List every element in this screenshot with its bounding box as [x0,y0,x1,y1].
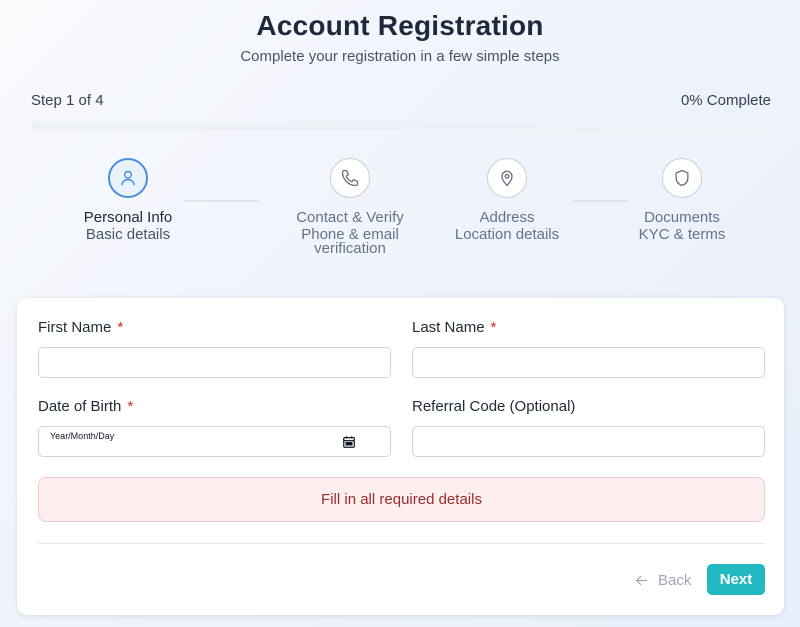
progress-percent: 0% Complete [680,92,771,109]
step-sublabel: Location details [454,226,560,243]
progress-bar [31,121,771,131]
first-name-label-text: First Name [38,319,112,336]
step-sublabel: Phone & email verification [301,226,399,257]
error-alert: Fill in all required details [38,477,765,522]
registration-form-card: First Name * Last Name * Date of Birth * Ye… [17,298,784,615]
step-label: Personal Info [83,209,173,226]
location-pin-icon [501,170,513,187]
step-sublabel: KYC & terms [638,226,726,243]
page-header: Account Registration Complete your regis… [0,0,800,65]
user-icon [121,170,135,186]
last-name-label-text: Last Name [412,319,485,336]
step-personal-info[interactable]: Personal Info Basic details [38,158,218,242]
page-title: Account Registration [256,10,544,41]
first-name-label: First Name * [38,319,391,339]
referral-code-input[interactable] [412,426,765,457]
first-name-field: First Name * [38,319,391,378]
step-icon-circle [487,158,527,198]
step-address[interactable]: Address Location details [417,158,597,242]
step-contact-verify[interactable]: Contact & Verify Phone & email verificat… [260,158,440,256]
date-placeholder: Year/Month/Day [50,430,115,441]
progress-info: Step 1 of 4 0% Complete [31,92,771,109]
required-asterisk: * [127,398,134,415]
step-label: Address [479,209,535,226]
required-asterisk: * [117,319,124,336]
arrow-left-icon [636,575,647,585]
last-name-label: Last Name * [412,319,765,339]
stepper: Personal Info Basic details Contact & Ve… [0,158,800,268]
step-sublabel: Basic details [85,226,171,243]
step-label: Documents [644,209,720,226]
last-name-field: Last Name * [412,319,765,378]
referral-code-label: Referral Code (Optional) [412,398,576,415]
required-asterisk: * [490,319,497,336]
referral-code-field: Referral Code (Optional) [412,398,765,457]
date-of-birth-label-text: Date of Birth [38,398,122,415]
step-icon-circle [662,158,702,198]
first-name-input[interactable] [38,347,391,378]
back-button[interactable]: Back [635,565,691,595]
last-name-input[interactable] [412,347,765,378]
step-icon-circle [330,158,370,198]
back-button-label: Back [658,571,692,589]
step-documents[interactable]: Documents KYC & terms [592,158,772,242]
calendar-icon[interactable] [342,435,356,449]
date-of-birth-input[interactable]: Year/Month/Day [38,426,391,457]
shield-icon [675,169,689,187]
date-of-birth-field: Date of Birth * Year/Month/Day [38,398,391,457]
page-subtitle: Complete your registration in a few simp… [240,48,560,65]
phone-icon [341,169,359,187]
step-label: Contact & Verify [296,209,404,226]
next-button[interactable]: Next [707,564,765,595]
divider [38,543,765,544]
step-icon-circle [108,158,148,198]
step-counter: Step 1 of 4 [31,92,104,109]
date-of-birth-label: Date of Birth * [38,398,391,418]
